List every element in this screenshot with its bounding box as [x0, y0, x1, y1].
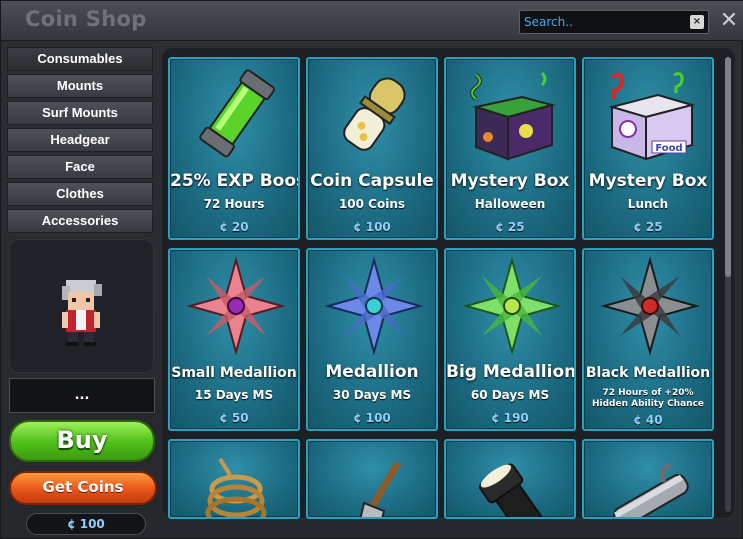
clear-search-icon[interactable]: × [690, 15, 704, 29]
item-subtitle: 72 Hours of +20% Hidden Ability Chance [591, 388, 705, 409]
item-name: Big Medallion [446, 362, 576, 382]
title-bar[interactable]: Coin Shop × ✕ [1, 1, 743, 41]
item-name: Mystery Box [588, 171, 708, 191]
item-price: ¢ 100 [353, 220, 391, 234]
mystery-box-halloween-icon [470, 71, 556, 161]
item-subtitle: Lunch [627, 197, 669, 211]
item-name: 25% EXP Boost [170, 171, 300, 191]
category-mounts[interactable]: Mounts [7, 74, 153, 98]
item-card[interactable]: Big Medallion 60 Days MS ¢ 190 [444, 248, 576, 431]
item-card[interactable]: Food Mystery Box Lunch ¢ 25 [582, 57, 714, 240]
coin-shop-window: Coin Shop × ✕ Consumables Mounts Surf Mo… [0, 0, 743, 539]
medallion-icon [324, 256, 424, 356]
buy-button[interactable]: Buy [9, 420, 155, 462]
get-coins-button[interactable]: Get Coins [9, 471, 157, 505]
rope-icon [205, 457, 267, 517]
item-subtitle: 30 Days MS [332, 388, 412, 402]
item-subtitle: 100 Coins [338, 197, 406, 211]
player-name-box: ... [9, 378, 155, 413]
item-card[interactable] [306, 439, 438, 519]
item-card[interactable]: Small Medallion 15 Days MS ¢ 50 [168, 248, 300, 431]
item-card[interactable] [168, 439, 300, 519]
category-surf-mounts[interactable]: Surf Mounts [7, 101, 153, 125]
category-consumables[interactable]: Consumables [7, 47, 153, 71]
pipe-icon [613, 463, 689, 517]
category-accessories[interactable]: Accessories [7, 209, 153, 233]
box-label: Food [655, 143, 682, 154]
item-card[interactable]: Black Medallion 72 Hours of +20% Hidden … [582, 248, 714, 431]
item-subtitle: 72 Hours [203, 197, 265, 211]
item-name: Black Medallion [585, 365, 711, 381]
item-price: ¢ 25 [633, 220, 663, 234]
flashlight-icon [478, 463, 547, 517]
shovel-icon [359, 461, 402, 517]
item-subtitle: 15 Days MS [194, 388, 274, 402]
category-face[interactable]: Face [7, 155, 153, 179]
coin-capsule-icon [343, 77, 406, 151]
small-medallion-icon [186, 256, 286, 356]
mystery-box-lunch-icon: Food [608, 72, 696, 161]
black-medallion-icon [600, 256, 700, 356]
item-price: ¢ 50 [219, 411, 249, 425]
item-card[interactable]: Mystery Box Halloween ¢ 25 [444, 57, 576, 240]
window-title: Coin Shop [25, 7, 147, 31]
coin-balance: ¢ 100 [26, 513, 146, 535]
big-medallion-icon [462, 256, 562, 356]
item-price: ¢ 100 [353, 411, 391, 425]
close-icon[interactable]: ✕ [719, 10, 739, 32]
grid-scrollbar[interactable] [725, 57, 731, 512]
avatar-sprite [62, 280, 102, 346]
item-name: Mystery Box [450, 171, 570, 191]
item-price: ¢ 190 [491, 411, 529, 425]
item-name: Small Medallion [171, 365, 297, 381]
item-subtitle: 60 Days MS [470, 388, 550, 402]
item-card[interactable]: 25% EXP Boost 72 Hours ¢ 20 [168, 57, 300, 240]
exp-boost-tube-icon [199, 69, 275, 158]
item-card[interactable]: Coin Capsule 100 Coins ¢ 100 [306, 57, 438, 240]
item-price: ¢ 40 [633, 413, 663, 427]
category-clothes[interactable]: Clothes [7, 182, 153, 206]
search-input[interactable] [524, 13, 684, 31]
item-subtitle: Halloween [474, 197, 546, 211]
avatar-preview [9, 239, 154, 373]
item-price: ¢ 25 [495, 220, 525, 234]
item-name: Medallion [325, 362, 419, 382]
search-box[interactable]: × [519, 10, 709, 34]
category-headgear[interactable]: Headgear [7, 128, 153, 152]
item-card[interactable] [444, 439, 576, 519]
item-card[interactable]: Medallion 30 Days MS ¢ 100 [306, 248, 438, 431]
category-sidebar: Consumables Mounts Surf Mounts Headgear … [7, 47, 155, 236]
item-name: Coin Capsule [310, 171, 434, 191]
item-card[interactable] [582, 439, 714, 519]
scroll-thumb[interactable] [725, 57, 731, 277]
item-price: ¢ 20 [219, 220, 249, 234]
